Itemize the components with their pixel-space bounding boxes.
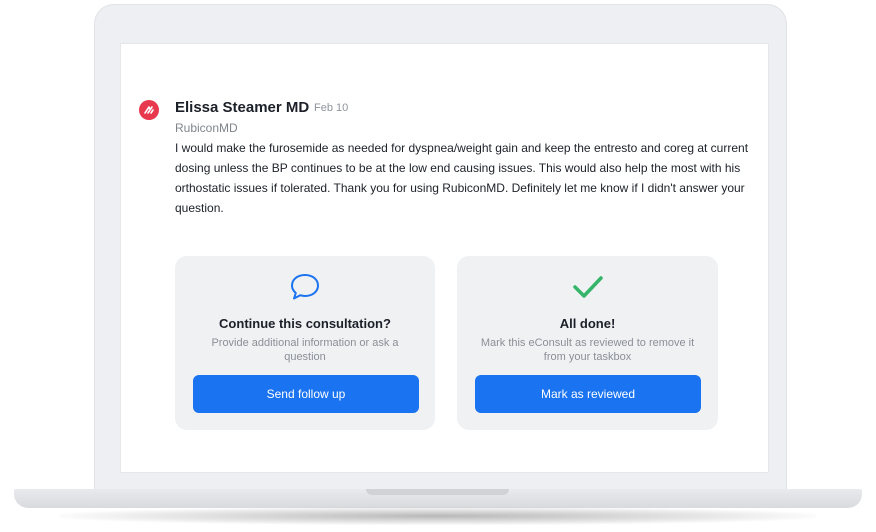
reviewed-card: All done! Mark this eConsult as reviewed… [457, 256, 718, 430]
sender-name: Elissa Steamer MD [175, 99, 310, 116]
laptop-shadow [60, 507, 816, 525]
mark-as-reviewed-button[interactable]: Mark as reviewed [475, 375, 701, 413]
checkmark-icon [457, 272, 718, 302]
followup-title: Continue this consultation? [219, 316, 391, 331]
rubicon-logo-icon [144, 106, 154, 114]
followup-description: Provide additional information or ask a … [211, 337, 399, 363]
avatar [139, 100, 159, 120]
reviewed-title: All done! [559, 316, 616, 331]
sender-organization: RubiconMD [175, 121, 238, 135]
reviewed-description: Mark this eConsult as reviewed to remove… [480, 337, 695, 363]
message-date: Feb 10 [314, 102, 349, 114]
send-follow-up-button[interactable]: Send follow up [193, 375, 419, 413]
chat-bubble-icon [175, 272, 435, 302]
laptop-base-notch [366, 489, 509, 495]
message-body: I would make the furosemide as needed fo… [175, 141, 749, 215]
followup-card: Continue this consultation? Provide addi… [175, 256, 435, 430]
